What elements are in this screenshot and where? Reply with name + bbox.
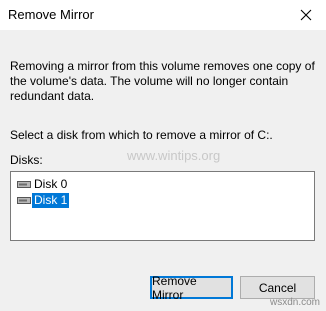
disks-label: Disks: (10, 153, 43, 167)
watermark-text: www.wintips.org (127, 148, 221, 163)
list-item-label: Disk 0 (34, 177, 68, 191)
remove-mirror-dialog: Remove Mirror Removing a mirror from thi… (0, 0, 326, 311)
title-bar: Remove Mirror (0, 0, 326, 30)
remove-mirror-button[interactable]: Remove Mirror (150, 274, 233, 302)
select-disk-prompt: Select a disk from which to remove a mir… (10, 128, 273, 142)
window-title: Remove Mirror (8, 7, 94, 22)
description-text: Removing a mirror from this volume remov… (10, 59, 315, 103)
list-item-label: Disk 1 (32, 193, 70, 208)
disk-icon (16, 193, 32, 208)
disk-icon (16, 177, 32, 192)
close-button[interactable] (286, 0, 326, 30)
disks-listbox[interactable]: Disk 0 Disk 1 (10, 171, 315, 241)
list-item-disk-0[interactable]: Disk 0 (16, 177, 69, 192)
list-item-disk-1[interactable]: Disk 1 (16, 193, 70, 208)
close-icon (300, 9, 312, 21)
site-watermark: wsxdn.com (269, 297, 320, 308)
cancel-button[interactable]: Cancel (240, 276, 315, 299)
